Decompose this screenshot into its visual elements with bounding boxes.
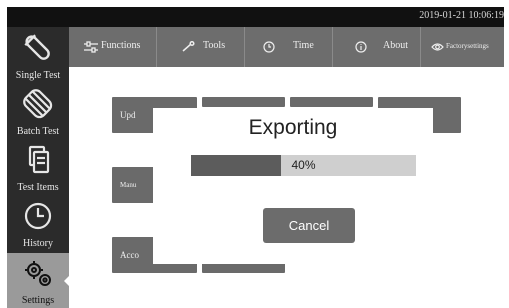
tab-label: Factorysettings (446, 42, 489, 50)
dialog-title: Exporting (248, 116, 338, 139)
tab-label: Tools (203, 40, 226, 51)
tab-label: About (383, 40, 408, 51)
sidebar-item-label: Batch Test (16, 126, 60, 137)
sidebar-item-test-items[interactable]: Test Items (7, 139, 69, 195)
progress-percent: 40% (291, 158, 316, 172)
sidebar-item-label: Test Items (17, 182, 59, 193)
frame-right (504, 0, 509, 308)
top-menu: Functions Tools Time About Factorysettin… (69, 27, 504, 67)
status-clock: 2019-01-21 10:06:19 (419, 10, 504, 21)
test-tube-icon (24, 34, 50, 60)
frame-left (0, 0, 7, 308)
sidebar-item-label: History (23, 238, 53, 249)
info-icon (355, 41, 367, 53)
button-label: Manu (120, 181, 137, 189)
wrench-icon (182, 41, 195, 52)
function-button[interactable] (290, 97, 373, 107)
export-progress-bar: 40% (191, 155, 416, 176)
sidebar-item-batch-test[interactable]: Batch Test (7, 83, 69, 139)
button-label: Acco (120, 250, 139, 260)
eye-icon (431, 43, 444, 51)
tab-tools[interactable]: Tools (157, 27, 245, 67)
clock-icon (24, 202, 52, 230)
exporting-dialog: Exporting 40% Cancel (153, 108, 433, 264)
tab-label: Time (293, 40, 314, 51)
tab-about[interactable]: About (333, 27, 421, 67)
documents-icon (28, 145, 50, 174)
tab-functions[interactable]: Functions (69, 27, 157, 67)
button-label: Upd (120, 110, 136, 120)
sidebar-item-label: Single Test (15, 70, 61, 81)
cancel-button[interactable]: Cancel (263, 208, 355, 243)
sliders-icon (84, 41, 98, 53)
sidebar-item-single-test[interactable]: Single Test (7, 27, 69, 83)
clock-icon (263, 41, 275, 53)
tab-label: Functions (101, 40, 141, 51)
multiple-test-tubes-icon (23, 89, 53, 119)
sidebar-item-settings[interactable]: Settings (7, 253, 70, 308)
sidebar-item-label: Settings (21, 295, 55, 306)
sidebar-item-history[interactable]: History (7, 195, 69, 251)
sidebar: Single Test Batch Test Test Items Histor… (7, 27, 70, 308)
gears-icon (25, 261, 51, 286)
tab-factory-settings[interactable]: Factorysettings (421, 27, 504, 67)
status-bar: 2019-01-21 10:06:19 (7, 7, 504, 27)
tab-time[interactable]: Time (245, 27, 333, 67)
function-button[interactable] (202, 97, 285, 107)
